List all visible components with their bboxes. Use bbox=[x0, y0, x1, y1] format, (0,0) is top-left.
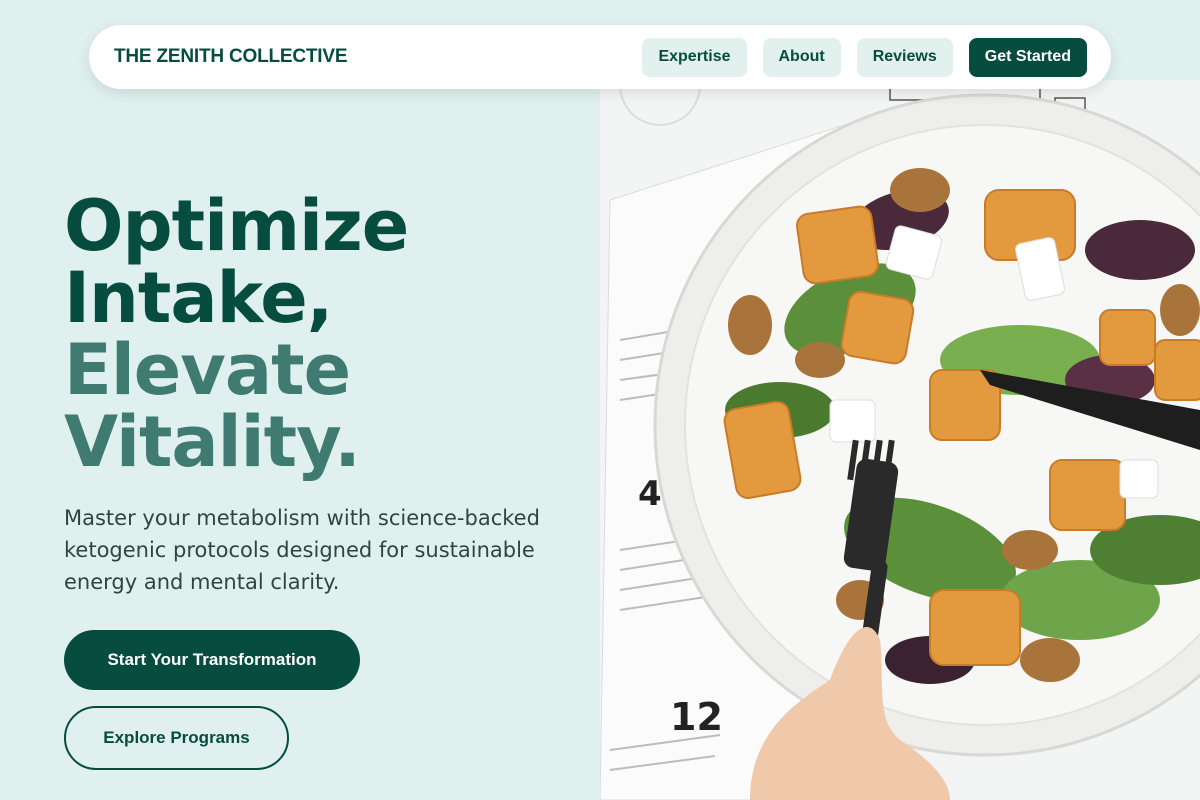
hero-image: 4 12 bbox=[600, 80, 1200, 800]
nav-link-reviews[interactable]: Reviews bbox=[856, 37, 953, 77]
headline-line-4: Vitality. bbox=[64, 401, 361, 483]
top-navbar: THE ZENITH COLLECTIVE Expertise About Re… bbox=[89, 25, 1111, 89]
nav-link-about[interactable]: About bbox=[762, 37, 841, 77]
nav-links: Expertise About Reviews Get Started bbox=[642, 37, 1087, 77]
explore-programs-button[interactable]: Explore Programs bbox=[64, 706, 289, 770]
svg-text:12: 12 bbox=[670, 695, 723, 739]
start-transformation-button[interactable]: Start Your Transformation bbox=[64, 630, 360, 690]
hero-section: Optimize Intake, Elevate Vitality. Maste… bbox=[0, 0, 600, 800]
headline-line-1: Optimize bbox=[64, 185, 409, 267]
salad-plate-illustration: 4 12 bbox=[600, 80, 1200, 800]
hero-headline: Optimize Intake, Elevate Vitality. bbox=[64, 185, 409, 483]
nav-link-expertise[interactable]: Expertise bbox=[642, 37, 747, 77]
get-started-button[interactable]: Get Started bbox=[968, 37, 1087, 77]
hero-subtext: Master your metabolism with science-back… bbox=[64, 506, 540, 594]
headline-line-2: Intake, bbox=[64, 257, 333, 339]
headline-line-3: Elevate bbox=[64, 329, 351, 411]
brand-logo[interactable]: THE ZENITH COLLECTIVE bbox=[114, 46, 348, 68]
